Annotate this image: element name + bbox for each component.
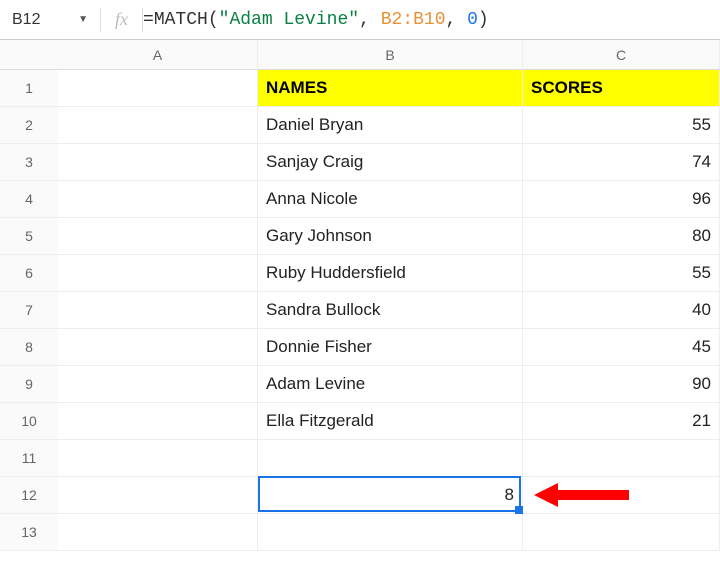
cell-A1[interactable] [58,70,258,107]
table-row: NAMES SCORES [58,70,720,107]
cell-A5[interactable] [58,218,258,255]
table-row: Anna Nicole 96 [58,181,720,218]
cell-B4[interactable]: Anna Nicole [258,181,523,218]
select-all-corner[interactable] [0,40,58,70]
formula-rparen: ) [478,10,489,30]
arrow-icon [534,478,634,514]
cell-B12[interactable]: 8 [258,477,523,514]
formula-comma: , [359,10,381,30]
row-headers: 12345678910111213 [0,70,58,551]
name-box[interactable]: B12 ▼ [0,11,100,29]
formula-eq: = [143,10,154,30]
cell-C5[interactable]: 80 [523,218,720,255]
cell-B2[interactable]: Daniel Bryan [258,107,523,144]
formula-number: 0 [467,10,478,30]
cell-B5[interactable]: Gary Johnson [258,218,523,255]
cell-C10[interactable]: 21 [523,403,720,440]
table-row: Adam Levine 90 [58,366,720,403]
row-header-10[interactable]: 10 [0,403,58,440]
cell-B11[interactable] [258,440,523,477]
cell-C9[interactable]: 90 [523,366,720,403]
cell-A13[interactable] [58,514,258,551]
formula-lparen: ( [208,10,219,30]
table-row: Daniel Bryan 55 [58,107,720,144]
cell-A3[interactable] [58,144,258,181]
cell-C4[interactable]: 96 [523,181,720,218]
formula-string: "Adam Levine" [219,10,359,30]
cell-B10[interactable]: Ella Fitzgerald [258,403,523,440]
cell-B8[interactable]: Donnie Fisher [258,329,523,366]
cell-B1[interactable]: NAMES [258,70,523,107]
chevron-down-icon[interactable]: ▼ [78,14,88,25]
table-row: Ella Fitzgerald 21 [58,403,720,440]
cell-C7[interactable]: 40 [523,292,720,329]
row-header-12[interactable]: 12 [0,477,58,514]
row-header-4[interactable]: 4 [0,181,58,218]
cell-B6[interactable]: Ruby Huddersfield [258,255,523,292]
cell-A2[interactable] [58,107,258,144]
formula-input[interactable]: =MATCH("Adam Levine", B2:B10, 0) [143,10,720,30]
cell-B7[interactable]: Sandra Bullock [258,292,523,329]
table-row [58,514,720,551]
formula-range: B2:B10 [381,10,446,30]
cell-C13[interactable] [523,514,720,551]
cell-B9[interactable]: Adam Levine [258,366,523,403]
formula-comma: , [446,10,468,30]
row-header-3[interactable]: 3 [0,144,58,181]
cell-C2[interactable]: 55 [523,107,720,144]
row-header-13[interactable]: 13 [0,514,58,551]
col-header-B[interactable]: B [258,40,523,69]
col-header-C[interactable]: C [523,40,720,69]
row-header-8[interactable]: 8 [0,329,58,366]
row-header-6[interactable]: 6 [0,255,58,292]
fx-icon: fx [101,9,142,30]
cell-C11[interactable] [523,440,720,477]
cell-A4[interactable] [58,181,258,218]
row-header-11[interactable]: 11 [0,440,58,477]
cell-A10[interactable] [58,403,258,440]
formula-bar: B12 ▼ fx =MATCH("Adam Levine", B2:B10, 0… [0,0,720,40]
column-headers: A B C [58,40,720,70]
table-row [58,440,720,477]
cell-A9[interactable] [58,366,258,403]
row-header-9[interactable]: 9 [0,366,58,403]
cell-A8[interactable] [58,329,258,366]
row-header-2[interactable]: 2 [0,107,58,144]
table-row: Ruby Huddersfield 55 [58,255,720,292]
row-header-5[interactable]: 5 [0,218,58,255]
cell-A11[interactable] [58,440,258,477]
cell-C1[interactable]: SCORES [523,70,720,107]
cell-A12[interactable] [58,477,258,514]
cell-C3[interactable]: 74 [523,144,720,181]
cell-B3[interactable]: Sanjay Craig [258,144,523,181]
cell-B13[interactable] [258,514,523,551]
table-row: Donnie Fisher 45 [58,329,720,366]
row-header-1[interactable]: 1 [0,70,58,107]
table-row: Sanjay Craig 74 [58,144,720,181]
formula-fn: MATCH [154,10,208,30]
cell-C6[interactable]: 55 [523,255,720,292]
cell-A7[interactable] [58,292,258,329]
table-row: Sandra Bullock 40 [58,292,720,329]
table-row: Gary Johnson 80 [58,218,720,255]
cell-C8[interactable]: 45 [523,329,720,366]
row-header-7[interactable]: 7 [0,292,58,329]
cell-A6[interactable] [58,255,258,292]
cell-reference: B12 [12,11,40,29]
col-header-A[interactable]: A [58,40,258,69]
